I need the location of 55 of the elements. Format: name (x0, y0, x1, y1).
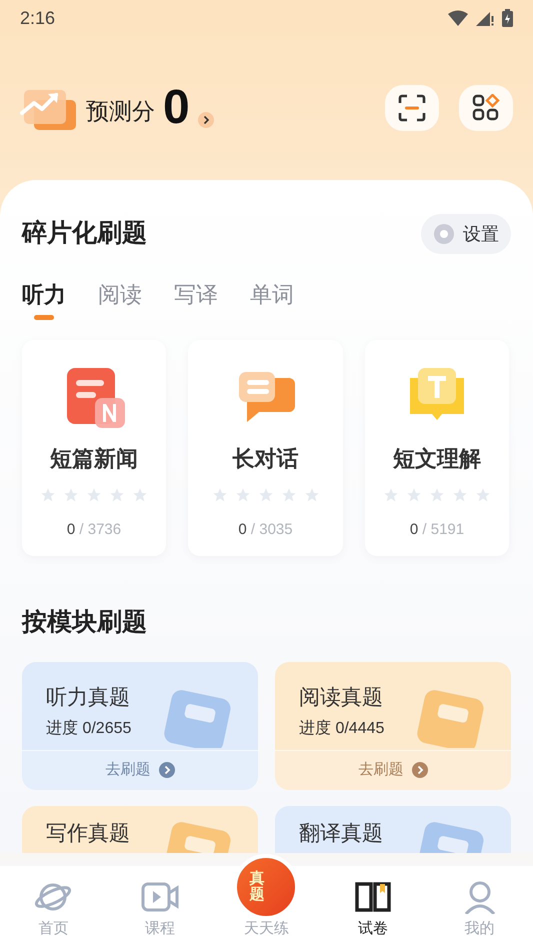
module-title: 写作真题 (46, 820, 130, 846)
star-icon (234, 487, 250, 503)
settings-icon (433, 223, 455, 245)
module-progress: 进度 0/4445 (299, 718, 384, 739)
card-title: 短篇新闻 (50, 445, 138, 473)
star-icon (280, 487, 296, 503)
practice-card[interactable]: 长对话 0 / 3035 (188, 340, 343, 556)
card-title: 短文理解 (393, 445, 481, 473)
module-title: 翻译真题 (299, 820, 383, 846)
section-title: 按模块刷题 (22, 607, 148, 638)
video-camera-icon (140, 880, 179, 914)
apps-button[interactable] (459, 85, 513, 131)
signal-icon (476, 10, 494, 26)
star-icon (40, 487, 56, 503)
battery-icon (502, 9, 513, 27)
star-icon (304, 487, 320, 503)
star-icon (452, 487, 468, 503)
score-value[interactable]: 0 (163, 84, 190, 132)
star-icon (406, 487, 422, 503)
module-title: 阅读真题 (299, 684, 383, 710)
practice-card[interactable]: 短文理解 0 / 5191 (365, 340, 509, 556)
module-title: 听力真题 (46, 684, 130, 710)
module-card[interactable]: 听力真题 进度 0/2655 去刷题 (22, 662, 258, 790)
star-icon (86, 487, 102, 503)
score-label: 预测分 (86, 96, 155, 126)
scan-icon (398, 94, 426, 122)
nav-tab[interactable]: 试卷 (320, 866, 426, 948)
module-card[interactable]: 翻译真题 (275, 806, 511, 852)
section-title: 碎片化刷题 (22, 218, 147, 250)
open-book-icon (354, 880, 392, 914)
card-title: 长对话 (232, 445, 298, 473)
settings-button[interactable]: 设置 (421, 214, 511, 254)
wifi-icon (448, 10, 468, 26)
category-tab[interactable]: 听力 (22, 278, 66, 320)
practice-card[interactable]: 短篇新闻 0 / 3736 (22, 340, 166, 556)
card-count: 0 / 5191 (410, 520, 464, 540)
card-count: 0 / 3736 (66, 520, 122, 540)
module-card[interactable]: 写作真题 (22, 806, 258, 852)
star-icon (212, 487, 228, 503)
apps-icon (472, 94, 500, 122)
scan-button[interactable] (385, 85, 439, 131)
star-icon (258, 487, 274, 503)
chevron-right-icon (158, 762, 174, 778)
star-icon (109, 487, 125, 503)
star-icon (63, 487, 79, 503)
star-icon (132, 487, 148, 503)
chevron-right-icon (412, 762, 428, 778)
star-icon (475, 487, 491, 503)
chevron-right-icon[interactable] (198, 112, 214, 128)
module-card[interactable]: 阅读真题 进度 0/4445 去刷题 (275, 662, 511, 790)
status-time: 2:16 (20, 6, 56, 30)
star-icon (429, 487, 445, 503)
star-icon (383, 487, 399, 503)
card-count: 0 / 3035 (238, 520, 293, 540)
module-progress: 进度 0/2655 (46, 718, 132, 739)
